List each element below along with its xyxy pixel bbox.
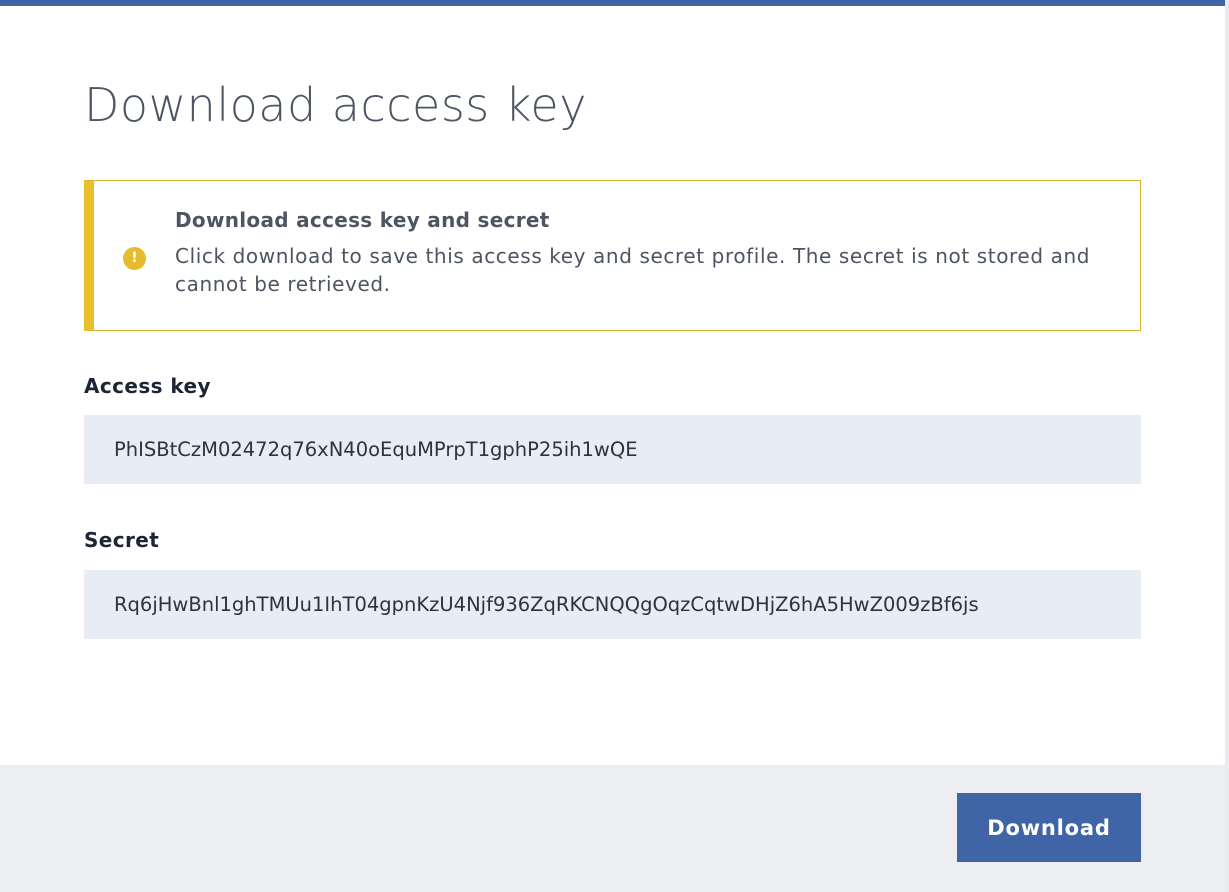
download-button[interactable]: Download: [957, 793, 1141, 862]
warning-notification: ! Download access key and secret Click d…: [84, 180, 1141, 331]
notification-title: Download access key and secret: [175, 208, 550, 232]
modal-title: Download access key: [84, 78, 587, 132]
access-key-field[interactable]: PhISBtCzM02472q76xN40oEquMPrpT1gphP25ih1…: [84, 415, 1141, 484]
exclamation-icon: !: [123, 247, 146, 270]
secret-label: Secret: [84, 528, 160, 552]
modal-accent-bar: [0, 0, 1225, 6]
modal-footer: Download: [0, 765, 1225, 892]
access-key-label: Access key: [84, 374, 211, 398]
download-access-key-modal: Download access key ! Download access ke…: [0, 0, 1229, 892]
secret-field[interactable]: Rq6jHwBnl1ghTMUu1IhT04gpnKzU4Njf936ZqRKC…: [84, 570, 1141, 639]
notification-body: Click download to save this access key a…: [175, 244, 1091, 296]
